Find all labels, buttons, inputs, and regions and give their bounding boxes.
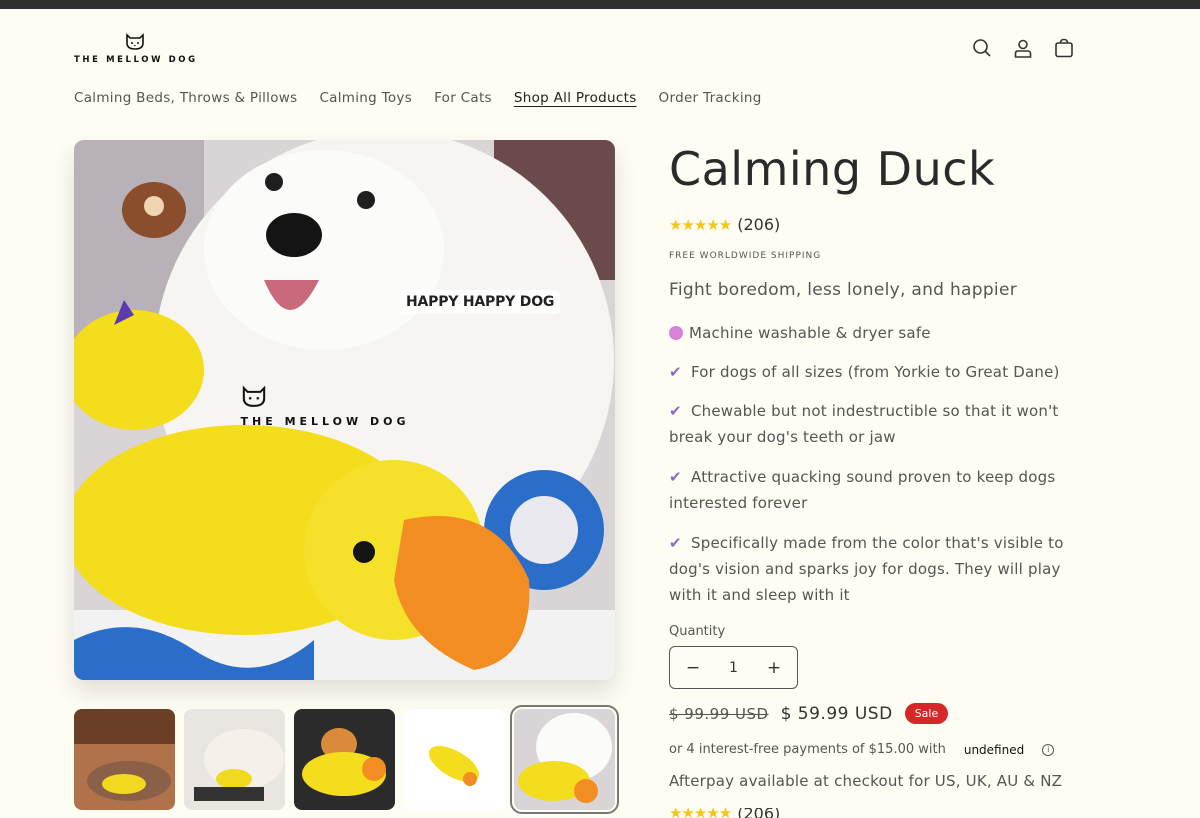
- logo-text: THE MELLOW DOG: [74, 55, 198, 65]
- product-info: Calming Duck ★★★★★ (206) FREE WORLDWIDE …: [669, 140, 1079, 818]
- check-icon: ✔: [669, 534, 682, 552]
- nav-item-order-tracking[interactable]: Order Tracking: [659, 90, 762, 106]
- product-title: Calming Duck: [669, 142, 996, 196]
- review-count: (206): [737, 215, 781, 234]
- main-product-image[interactable]: HAPPY HAPPY DOG THE MELLOW DOG: [74, 140, 615, 680]
- thumbnail-4[interactable]: [404, 709, 505, 810]
- overlay-tag: HAPPY HAPPY DOG: [400, 290, 561, 314]
- yarn-icon: [669, 326, 683, 340]
- dog-logo-icon: [126, 33, 144, 50]
- payment-provider: undefined: [963, 742, 1025, 757]
- feature-item: ✔ Attractive quacking sound proven to kee…: [669, 464, 1074, 516]
- nav-item-calming-beds[interactable]: Calming Beds, Throws & Pillows: [74, 90, 297, 106]
- shipping-note: FREE WORLDWIDE SHIPPING: [669, 251, 822, 261]
- dog-logo-icon: [242, 385, 266, 407]
- check-icon: ✔: [669, 363, 682, 381]
- sale-price: $ 59.99 USD: [780, 703, 893, 724]
- product-tagline: Fight boredom, less lonely, and happier: [669, 280, 1018, 300]
- feature-item: ✔ Specifically made from the color that's…: [669, 530, 1074, 608]
- feature-item: Machine washable & dryer safe: [669, 320, 1074, 346]
- feature-item: ✔ Chewable but not indestructible so that…: [669, 398, 1074, 450]
- quantity-label: Quantity: [669, 624, 726, 639]
- main-nav: Calming Beds, Throws & Pillows Calming T…: [74, 90, 762, 106]
- quantity-stepper[interactable]: − 1 +: [669, 646, 798, 689]
- rating-row[interactable]: ★★★★★ (206): [669, 215, 780, 234]
- feature-item: ✔ For dogs of all sizes (from Yorkie to G…: [669, 359, 1074, 385]
- thumbnail-1[interactable]: [74, 709, 175, 810]
- thumbnail-3[interactable]: [294, 709, 395, 810]
- quantity-value[interactable]: 1: [729, 660, 738, 676]
- top-bar: [0, 0, 1200, 9]
- afterpay-note: Afterpay available at checkout for US, U…: [669, 772, 1063, 790]
- installments-row: or 4 interest-free payments of $15.00 wi…: [669, 742, 1055, 757]
- info-icon[interactable]: i: [1042, 743, 1055, 756]
- price-row: $ 99.99 USD $ 59.99 USD Sale: [669, 703, 949, 724]
- site-logo[interactable]: THE MELLOW DOG: [74, 33, 196, 67]
- sale-badge: Sale: [904, 703, 949, 724]
- rating-row-2[interactable]: ★★★★★ (206): [669, 808, 780, 818]
- overlay-logo-text: THE MELLOW DOG: [240, 415, 410, 428]
- overlay-logo: THE MELLOW DOG: [240, 385, 410, 428]
- thumbnail-strip: [74, 705, 619, 814]
- header-icons: [970, 36, 1076, 60]
- search-icon[interactable]: [970, 36, 994, 60]
- check-icon: ✔: [669, 402, 682, 420]
- nav-item-calming-toys[interactable]: Calming Toys: [319, 90, 412, 106]
- star-rating-icon: ★★★★★: [669, 215, 732, 234]
- account-icon[interactable]: [1011, 36, 1035, 60]
- thumbnail-2[interactable]: [184, 709, 285, 810]
- review-count: (206): [737, 808, 781, 818]
- nav-item-shop-all[interactable]: Shop All Products: [514, 90, 637, 106]
- installments-text: or 4 interest-free payments of $15.00 wi…: [669, 742, 946, 757]
- thumbnail-5[interactable]: [510, 705, 619, 814]
- increase-quantity-button[interactable]: +: [765, 658, 783, 678]
- check-icon: ✔: [669, 468, 682, 486]
- star-rating-icon: ★★★★★: [669, 808, 732, 818]
- original-price: $ 99.99 USD: [669, 704, 769, 723]
- cart-icon[interactable]: [1052, 36, 1076, 60]
- decrease-quantity-button[interactable]: −: [684, 658, 702, 678]
- nav-item-for-cats[interactable]: For Cats: [434, 90, 492, 106]
